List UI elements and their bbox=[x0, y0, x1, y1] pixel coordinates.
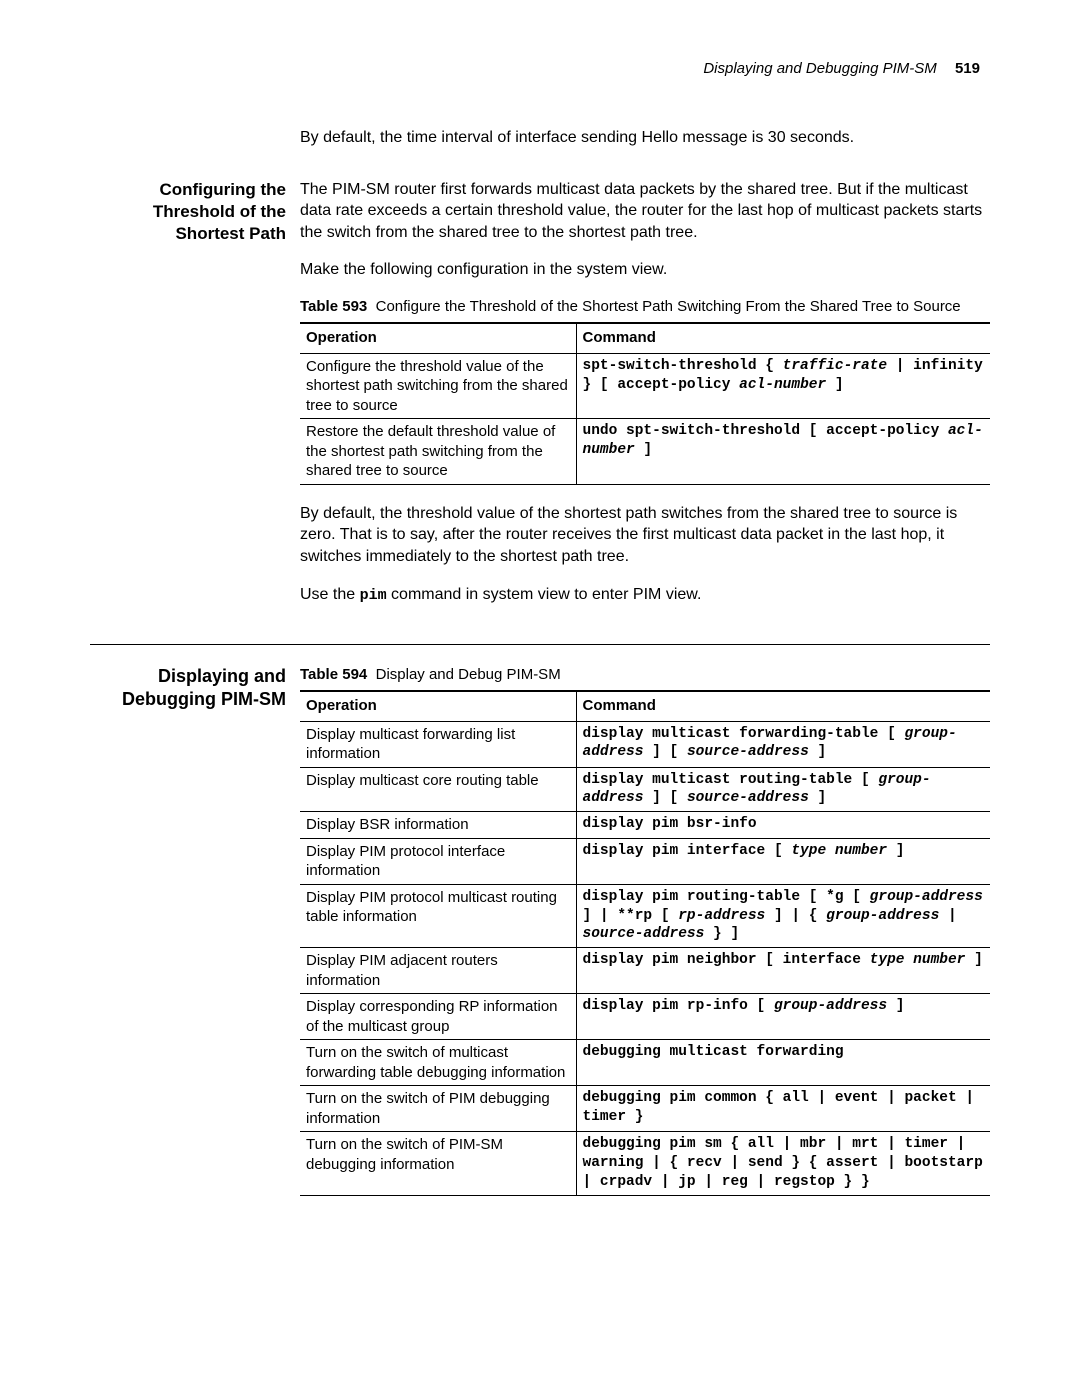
table-row: Configure the threshold value of the sho… bbox=[300, 353, 990, 419]
table-cell-command: display multicast forwarding-table [ gro… bbox=[576, 721, 990, 767]
running-head: Displaying and Debugging PIM-SM 519 bbox=[90, 60, 990, 77]
table-593-header-operation: Operation bbox=[300, 323, 576, 353]
page-number: 519 bbox=[955, 60, 980, 77]
section1-paragraph-1: The PIM-SM router first forwards multica… bbox=[300, 179, 990, 244]
table-row: Turn on the switch of PIM-SM debugging i… bbox=[300, 1132, 990, 1196]
section-divider bbox=[90, 644, 990, 645]
table-cell-operation: Display multicast forwarding list inform… bbox=[300, 721, 576, 767]
inline-command-pim: pim bbox=[360, 587, 387, 604]
table-cell-operation: Display BSR information bbox=[300, 812, 576, 839]
table-cell-command: display pim rp-info [ group-address ] bbox=[576, 994, 990, 1040]
table-cell-command: display pim routing-table [ *g [ group-a… bbox=[576, 884, 990, 948]
table-cell-operation: Display multicast core routing table bbox=[300, 767, 576, 812]
table-cell-operation: Display PIM protocol multicast routing t… bbox=[300, 884, 576, 948]
section1-paragraph-2: Make the following configuration in the … bbox=[300, 259, 990, 281]
table-row: Display PIM protocol multicast routing t… bbox=[300, 884, 990, 948]
table-cell-operation: Display PIM protocol interface informati… bbox=[300, 838, 576, 884]
table-cell-operation: Display PIM adjacent routers information bbox=[300, 948, 576, 994]
table-593-header-command: Command bbox=[576, 323, 990, 353]
table-593: Operation Command Configure the threshol… bbox=[300, 322, 990, 484]
running-title: Displaying and Debugging PIM-SM bbox=[703, 60, 936, 77]
intro-paragraph: By default, the time interval of interfa… bbox=[300, 127, 990, 149]
table-594-header-command: Command bbox=[576, 691, 990, 721]
section1-paragraph-4: Use the pim command in system view to en… bbox=[300, 584, 990, 606]
table-row: Display PIM adjacent routers information… bbox=[300, 948, 990, 994]
table-header-row: Operation Command bbox=[300, 323, 990, 353]
table-row: Display corresponding RP information of … bbox=[300, 994, 990, 1040]
table-row: Restore the default threshold value of t… bbox=[300, 419, 990, 485]
table-593-caption: Table 593 Configure the Threshold of the… bbox=[300, 297, 990, 317]
table-594: Operation Command Display multicast forw… bbox=[300, 690, 990, 1196]
table-cell-operation: Turn on the switch of PIM debugging info… bbox=[300, 1086, 576, 1132]
section-heading-display-debug: Displaying and Debugging PIM-SM bbox=[90, 665, 300, 1214]
section-heading-threshold: Configuring the Threshold of the Shortes… bbox=[90, 179, 300, 622]
table-cell-command: display multicast routing-table [ group-… bbox=[576, 767, 990, 812]
table-row: Turn on the switch of PIM debugging info… bbox=[300, 1086, 990, 1132]
table-594-caption: Table 594 Display and Debug PIM-SM bbox=[300, 665, 990, 685]
table-cell-command: display pim bsr-info bbox=[576, 812, 990, 839]
table-cell-operation: Configure the threshold value of the sho… bbox=[300, 353, 576, 419]
table-row: Display multicast forwarding list inform… bbox=[300, 721, 990, 767]
table-cell-operation: Display corresponding RP information of … bbox=[300, 994, 576, 1040]
table-cell-command: display pim neighbor [ interface type nu… bbox=[576, 948, 990, 994]
table-row: Display PIM protocol interface informati… bbox=[300, 838, 990, 884]
table-cell-operation: Turn on the switch of PIM-SM debugging i… bbox=[300, 1132, 576, 1196]
table-cell-operation: Restore the default threshold value of t… bbox=[300, 419, 576, 485]
table-cell-command: debugging multicast forwarding bbox=[576, 1040, 990, 1086]
table-row: Turn on the switch of multicast forwardi… bbox=[300, 1040, 990, 1086]
table-row: Display BSR information display pim bsr-… bbox=[300, 812, 990, 839]
table-cell-operation: Turn on the switch of multicast forwardi… bbox=[300, 1040, 576, 1086]
section1-paragraph-3: By default, the threshold value of the s… bbox=[300, 503, 990, 568]
table-cell-command: spt-switch-threshold { traffic-rate | in… bbox=[576, 353, 990, 419]
table-row: Display multicast core routing table dis… bbox=[300, 767, 990, 812]
table-cell-command: debugging pim sm { all | mbr | mrt | tim… bbox=[576, 1132, 990, 1196]
table-594-header-operation: Operation bbox=[300, 691, 576, 721]
table-header-row: Operation Command bbox=[300, 691, 990, 721]
table-cell-command: undo spt-switch-threshold [ accept-polic… bbox=[576, 419, 990, 485]
page: Displaying and Debugging PIM-SM 519 By d… bbox=[0, 0, 1080, 1328]
table-cell-command: display pim interface [ type number ] bbox=[576, 838, 990, 884]
table-cell-command: debugging pim common { all | event | pac… bbox=[576, 1086, 990, 1132]
